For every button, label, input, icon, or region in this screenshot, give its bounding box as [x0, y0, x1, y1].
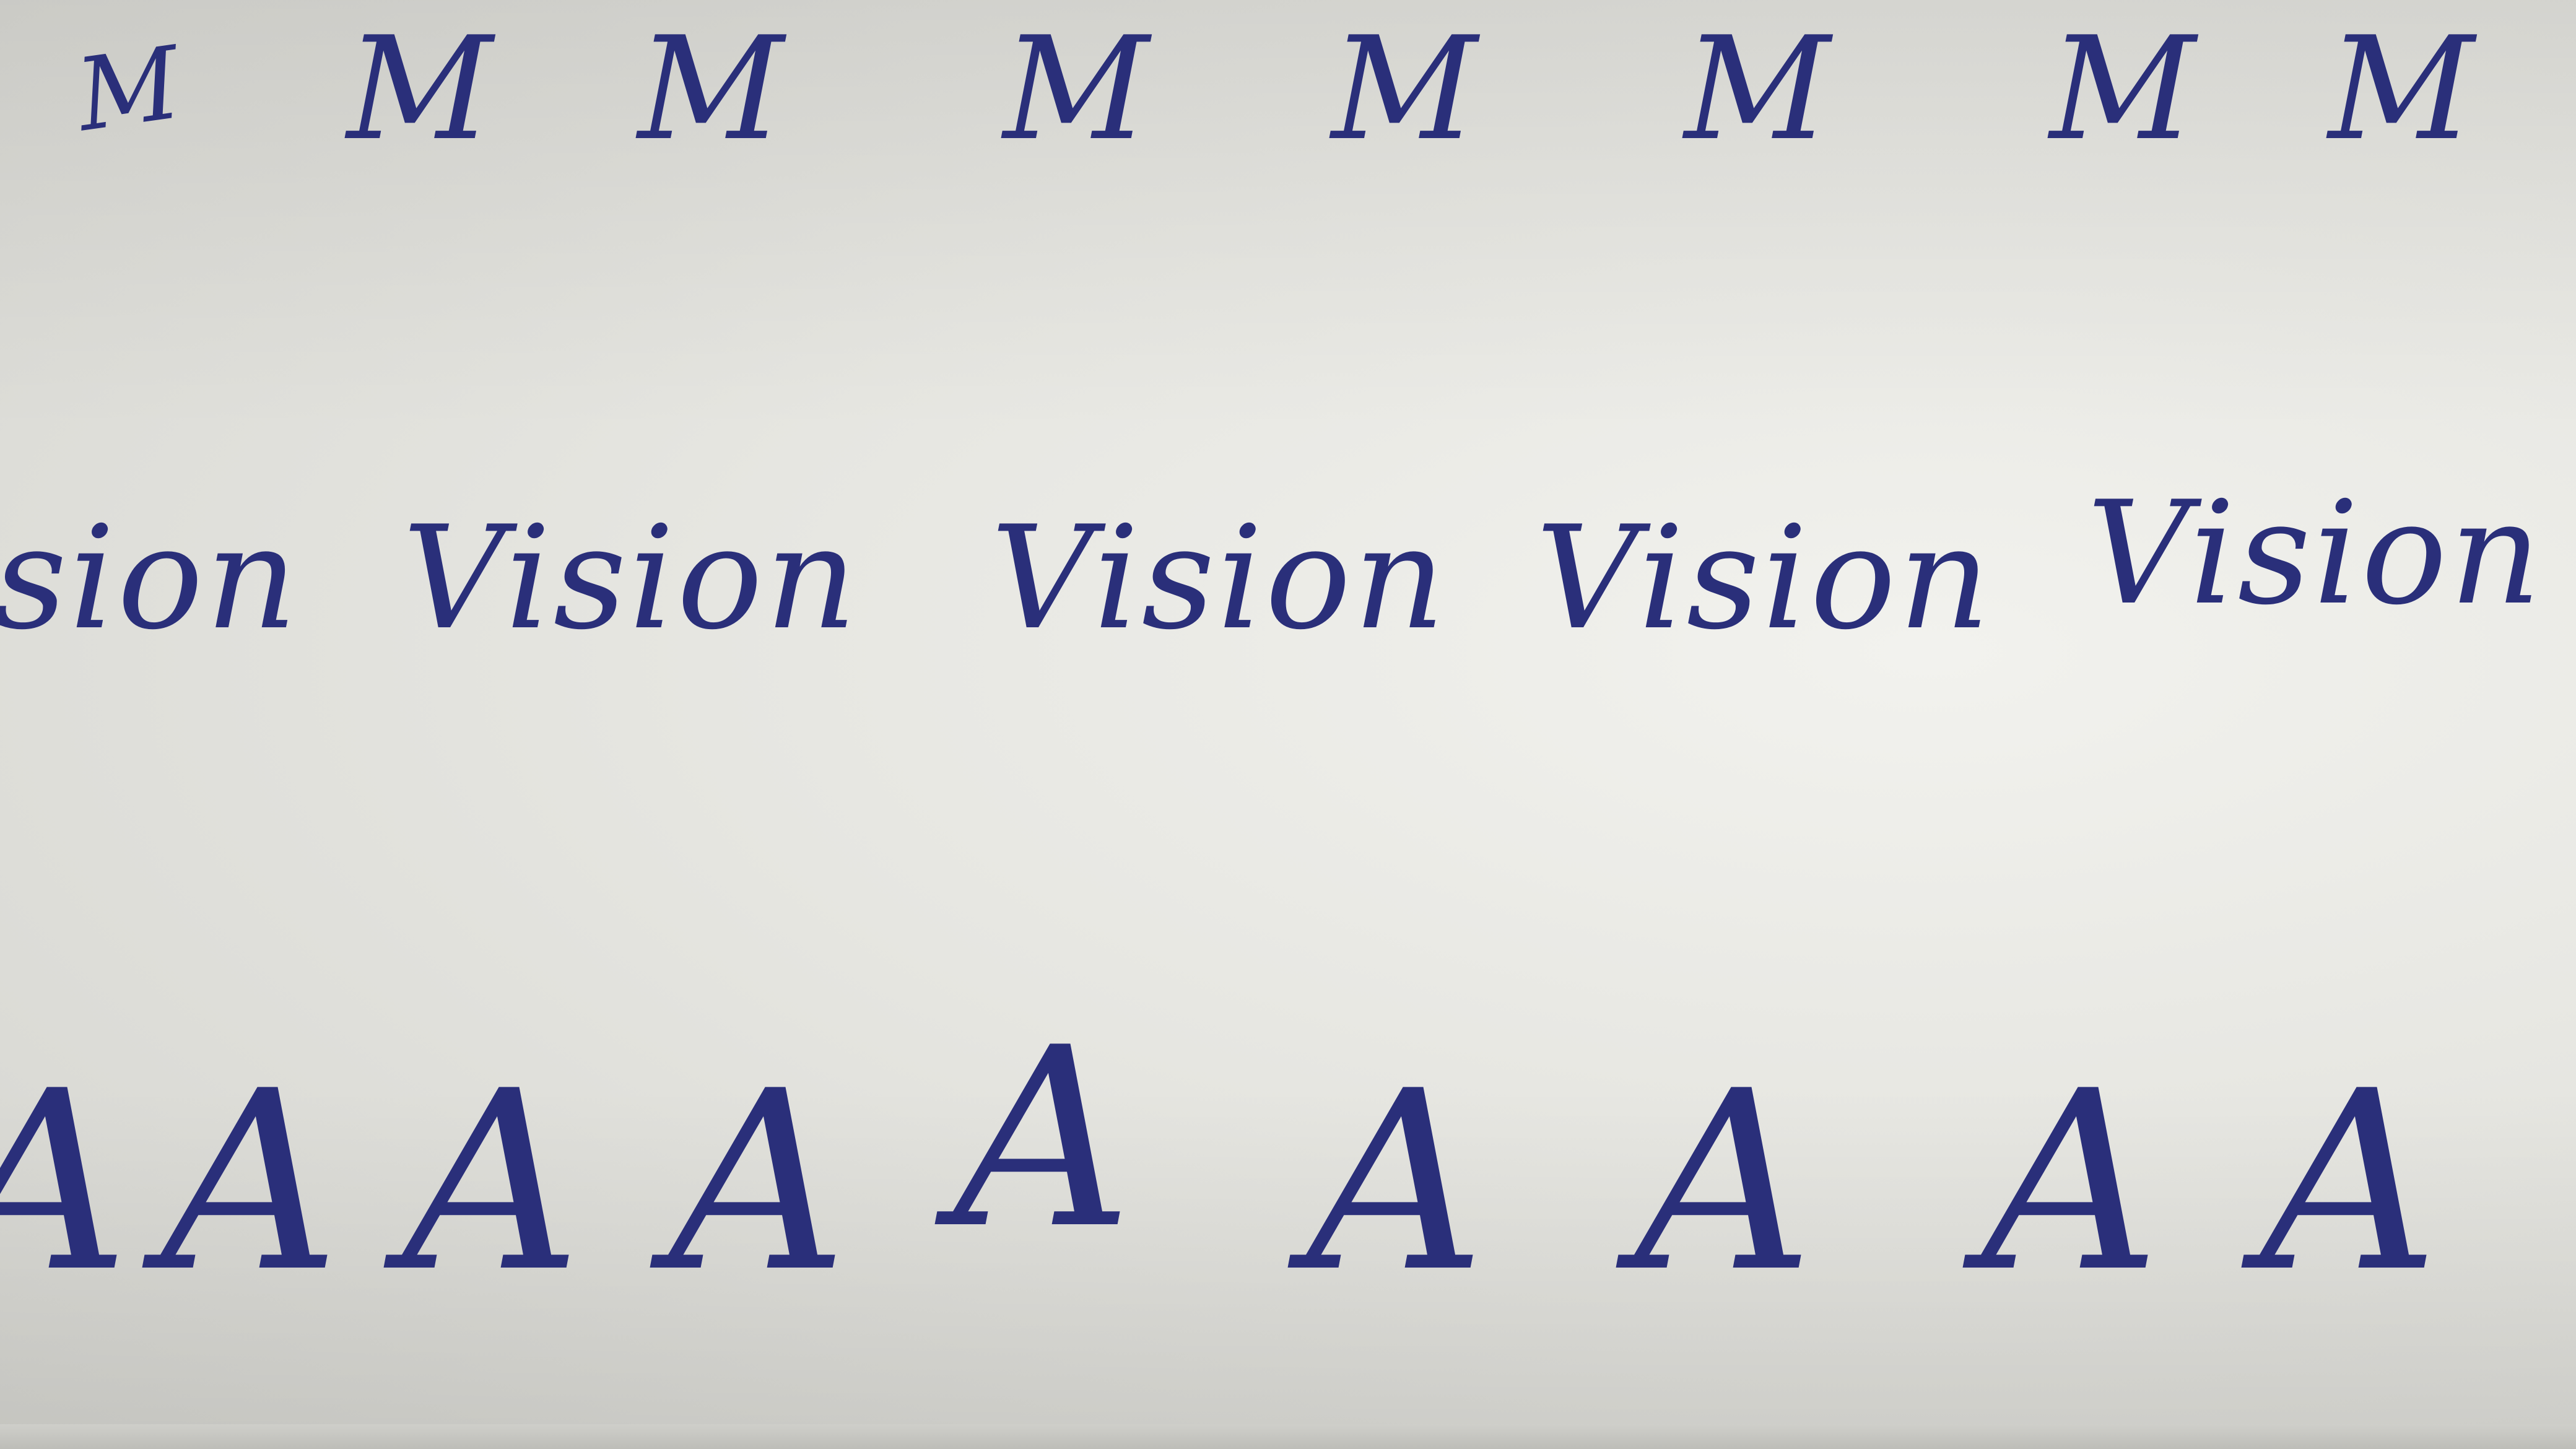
letter-a: A	[669, 1038, 848, 1326]
letter-a: A	[954, 995, 1133, 1283]
letter-a: A	[402, 1038, 581, 1326]
word-vision: Vision	[991, 496, 1448, 661]
word-vision-row: sion Vision Vision Vision Vision	[0, 471, 2576, 706]
paper-sheet: M M M M M M M M sion Vision Vision Visio…	[0, 0, 2576, 1449]
word-vision: sion	[0, 496, 300, 661]
letter-a: A	[161, 1038, 340, 1326]
letter-m: M	[2050, 7, 2196, 172]
letter-a-row: A A A A A A A A A	[0, 1003, 2576, 1387]
letter-a: A	[1307, 1038, 1486, 1326]
letter-a: A	[0, 1059, 129, 1307]
letter-m: M	[347, 7, 493, 172]
letter-a: A	[1635, 1038, 1814, 1326]
letter-m: M	[1684, 7, 1830, 172]
letter-m-row: M M M M M M M M	[0, 0, 2576, 248]
letter-a: A	[1982, 1038, 2160, 1326]
letter-m: M	[1003, 7, 1149, 172]
word-vision: Vision	[2087, 471, 2544, 637]
paper-bottom-edge	[0, 1424, 2576, 1449]
word-vision: Vision	[402, 496, 859, 661]
letter-m: M	[638, 7, 784, 172]
letter-a: A	[2260, 1038, 2439, 1326]
word-vision: Vision	[1536, 496, 1993, 661]
letter-m: M	[2328, 7, 2474, 172]
letter-m: M	[1331, 7, 1477, 172]
letter-m: M	[70, 25, 188, 154]
